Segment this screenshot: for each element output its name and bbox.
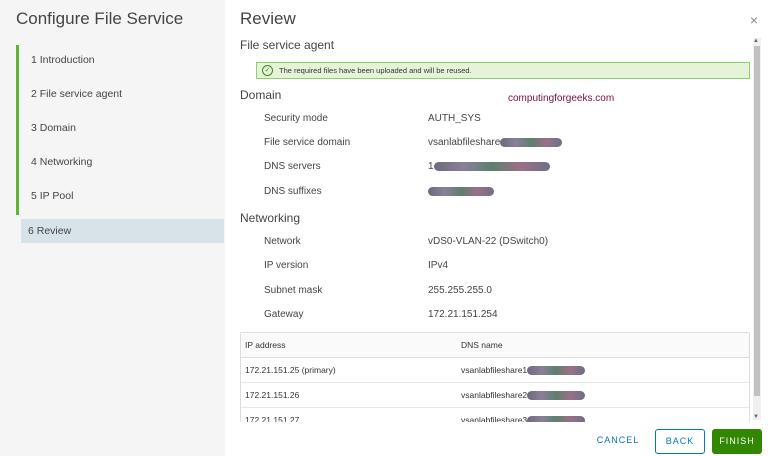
- table-row: 172.21.151.27 vsanlabfileshare3: [241, 408, 749, 422]
- success-alert: ✓ The required files have been uploaded a…: [256, 62, 750, 79]
- review-panel: Review × File service agent ✓ The require…: [240, 0, 768, 456]
- scroll-up-icon[interactable]: ▲: [753, 38, 759, 44]
- label-ip-version: IP version: [264, 260, 309, 271]
- cell-dns: vsanlabfileshare2: [461, 383, 586, 408]
- cell-dns: vsanlabfileshare3: [461, 408, 586, 422]
- step-file-service-agent[interactable]: 2 File service agent: [16, 79, 224, 113]
- step-ip-pool[interactable]: 5 IP Pool: [16, 181, 224, 215]
- redacted-blob: [527, 366, 586, 376]
- back-button[interactable]: BACK: [655, 429, 705, 454]
- wizard-title: Configure File Service: [16, 9, 184, 28]
- scrollbar[interactable]: ▲ ▼: [753, 38, 761, 420]
- cell-ip: 172.21.151.25 (primary): [245, 365, 336, 375]
- redacted-blob: [433, 161, 550, 171]
- table-header: IP address DNS name: [241, 333, 749, 358]
- page-title: Review: [240, 9, 296, 28]
- label-dns-servers: DNS servers: [264, 161, 321, 172]
- step-networking[interactable]: 4 Networking: [16, 147, 224, 181]
- cell-ip: 172.21.151.26: [245, 390, 300, 400]
- redacted-blob: [428, 186, 494, 196]
- step-introduction[interactable]: 1 Introduction: [16, 45, 224, 79]
- close-icon[interactable]: ×: [750, 12, 758, 28]
- label-security-mode: Security mode: [264, 113, 328, 124]
- scrollbar-thumb[interactable]: [754, 46, 760, 396]
- value-gateway: 172.21.151.254: [428, 309, 498, 320]
- dns-text: vsanlabfileshare2: [461, 390, 528, 400]
- table-row: 172.21.151.26 vsanlabfileshare2: [241, 383, 749, 408]
- cell-dns: vsanlabfileshare1: [461, 358, 586, 383]
- header-dns-name[interactable]: DNS name: [461, 333, 503, 358]
- cancel-button[interactable]: CANCEL: [595, 429, 641, 454]
- alert-text: The required files have been uploaded an…: [279, 66, 472, 75]
- value-subnet-mask: 255.255.255.0: [428, 285, 492, 296]
- wizard-steps: 1 Introduction 2 File service agent 3 Do…: [16, 45, 224, 243]
- redacted-blob: [527, 391, 586, 401]
- header-ip-address[interactable]: IP address: [245, 333, 285, 358]
- finish-button[interactable]: FINISH: [712, 429, 762, 454]
- networking-heading: Networking: [240, 211, 301, 225]
- value-dns-suffixes: [428, 186, 494, 197]
- value-text: AUTH_SYS: [428, 113, 481, 124]
- dns-text: vsanlabfileshare3: [461, 415, 528, 422]
- redacted-blob: [500, 137, 563, 147]
- step-review[interactable]: 6 Review: [21, 219, 224, 243]
- watermark: computingforgeeks.com: [508, 93, 615, 104]
- label-file-service-domain: File service domain: [264, 137, 351, 148]
- value-text: vsanlabfileshare: [428, 137, 501, 148]
- dns-text: vsanlabfileshare1: [461, 365, 528, 375]
- ip-pool-table: IP address DNS name 172.21.151.25 (primar…: [240, 332, 750, 422]
- label-subnet-mask: Subnet mask: [264, 285, 323, 296]
- cell-ip: 172.21.151.27: [245, 415, 300, 422]
- value-text: 1: [428, 161, 434, 172]
- table-row: 172.21.151.25 (primary) vsanlabfileshare1: [241, 358, 749, 383]
- scroll-down-icon[interactable]: ▼: [753, 414, 759, 420]
- agent-heading: File service agent: [240, 38, 335, 52]
- label-dns-suffixes: DNS suffixes: [264, 186, 322, 197]
- value-ip-version: IPv4: [428, 260, 449, 271]
- step-domain[interactable]: 3 Domain: [16, 113, 224, 147]
- label-network: Network: [264, 236, 301, 247]
- value-dns-servers: 1: [428, 161, 550, 172]
- value-network: vDS0-VLAN-22 (DSwitch0): [428, 236, 549, 247]
- domain-heading: Domain: [240, 88, 282, 102]
- wizard-sidebar: Configure File Service 1 Introduction 2 …: [0, 0, 225, 456]
- label-gateway: Gateway: [264, 309, 304, 320]
- value-security-mode: AUTH_SYS: [428, 113, 481, 124]
- redacted-blob: [527, 416, 586, 422]
- review-content: File service agent ✓ The required files h…: [240, 36, 752, 422]
- check-circle-icon: ✓: [262, 65, 273, 76]
- value-file-service-domain: vsanlabfileshare: [428, 137, 563, 148]
